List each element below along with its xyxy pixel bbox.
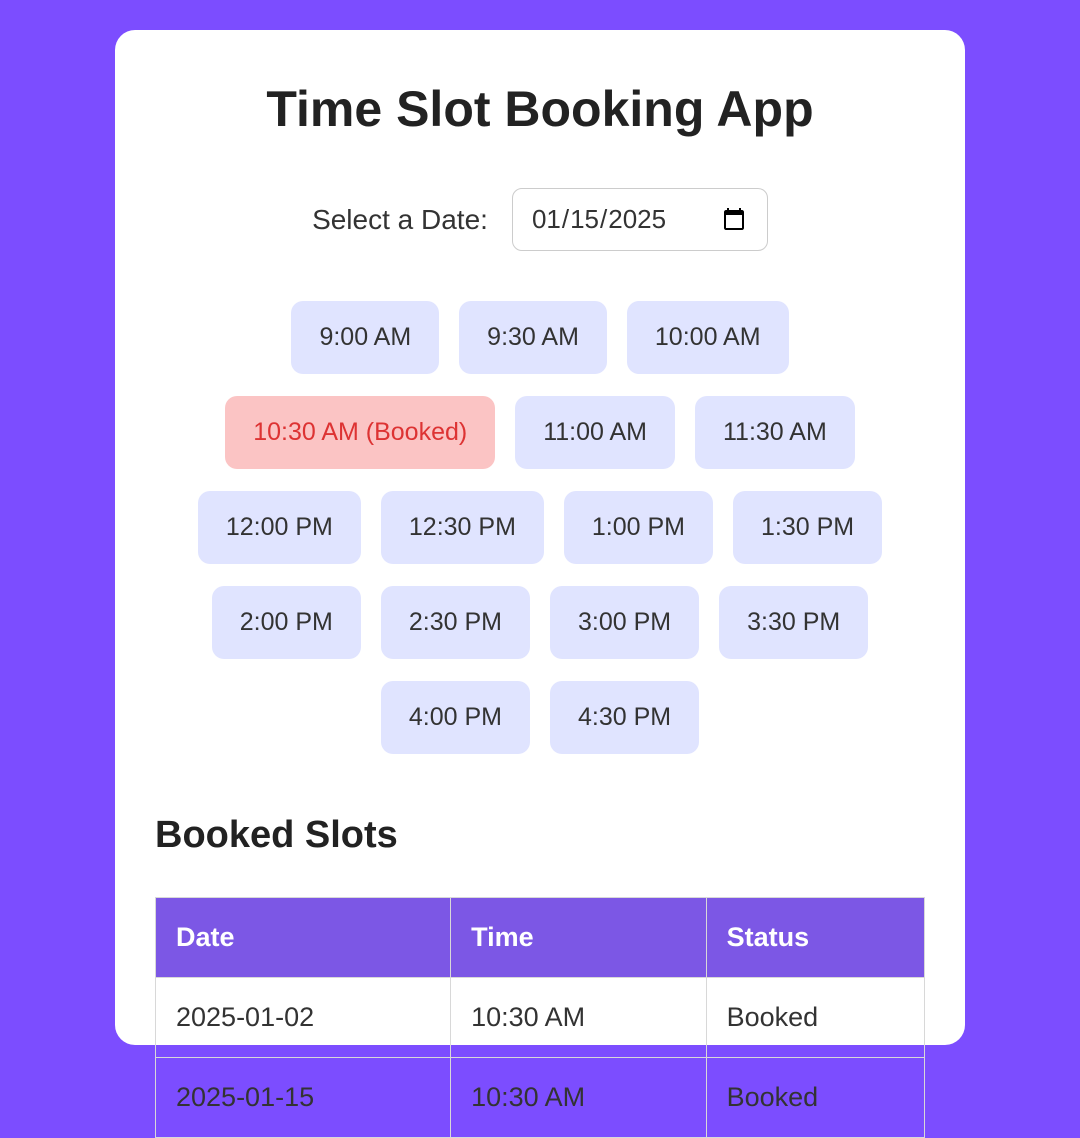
- time-slot[interactable]: 11:00 AM: [515, 396, 675, 469]
- cell-status: Booked: [706, 978, 924, 1058]
- cell-date: 2025-01-02: [156, 978, 451, 1058]
- time-slot[interactable]: 2:30 PM: [381, 586, 530, 659]
- date-input[interactable]: [512, 188, 768, 251]
- cell-time: 10:30 AM: [451, 978, 706, 1058]
- time-slot[interactable]: 3:30 PM: [719, 586, 868, 659]
- booking-card: Time Slot Booking App Select a Date: 9:0…: [115, 30, 965, 1045]
- time-slot[interactable]: 4:00 PM: [381, 681, 530, 754]
- date-label: Select a Date:: [312, 204, 488, 236]
- time-slot[interactable]: 12:00 PM: [198, 491, 361, 564]
- time-slot[interactable]: 10:00 AM: [627, 301, 789, 374]
- cell-date: 2025-01-15: [156, 1058, 451, 1138]
- time-slot[interactable]: 4:30 PM: [550, 681, 699, 754]
- booked-heading: Booked Slots: [155, 814, 925, 857]
- time-slot-grid: 9:00 AM 9:30 AM 10:00 AM 10:30 AM (Booked) 1…: [155, 301, 925, 754]
- cell-time: 10:30 AM: [451, 1058, 706, 1138]
- col-date: Date: [156, 898, 451, 978]
- date-picker-row: Select a Date:: [155, 188, 925, 251]
- time-slot[interactable]: 3:00 PM: [550, 586, 699, 659]
- cell-status: Booked: [706, 1058, 924, 1138]
- page-title: Time Slot Booking App: [155, 80, 925, 138]
- table-row: 2025-01-1510:30 AMBooked: [156, 1058, 925, 1138]
- col-time: Time: [451, 898, 706, 978]
- time-slot[interactable]: 9:00 AM: [291, 301, 439, 374]
- time-slot[interactable]: 11:30 AM: [695, 396, 855, 469]
- booked-table: Date Time Status 2025-01-0210:30 AMBooke…: [155, 897, 925, 1138]
- time-slot[interactable]: 1:00 PM: [564, 491, 713, 564]
- time-slot[interactable]: 12:30 PM: [381, 491, 544, 564]
- time-slot: 10:30 AM (Booked): [225, 396, 495, 469]
- col-status: Status: [706, 898, 924, 978]
- time-slot[interactable]: 2:00 PM: [212, 586, 361, 659]
- time-slot[interactable]: 1:30 PM: [733, 491, 882, 564]
- table-row: 2025-01-0210:30 AMBooked: [156, 978, 925, 1058]
- time-slot[interactable]: 9:30 AM: [459, 301, 607, 374]
